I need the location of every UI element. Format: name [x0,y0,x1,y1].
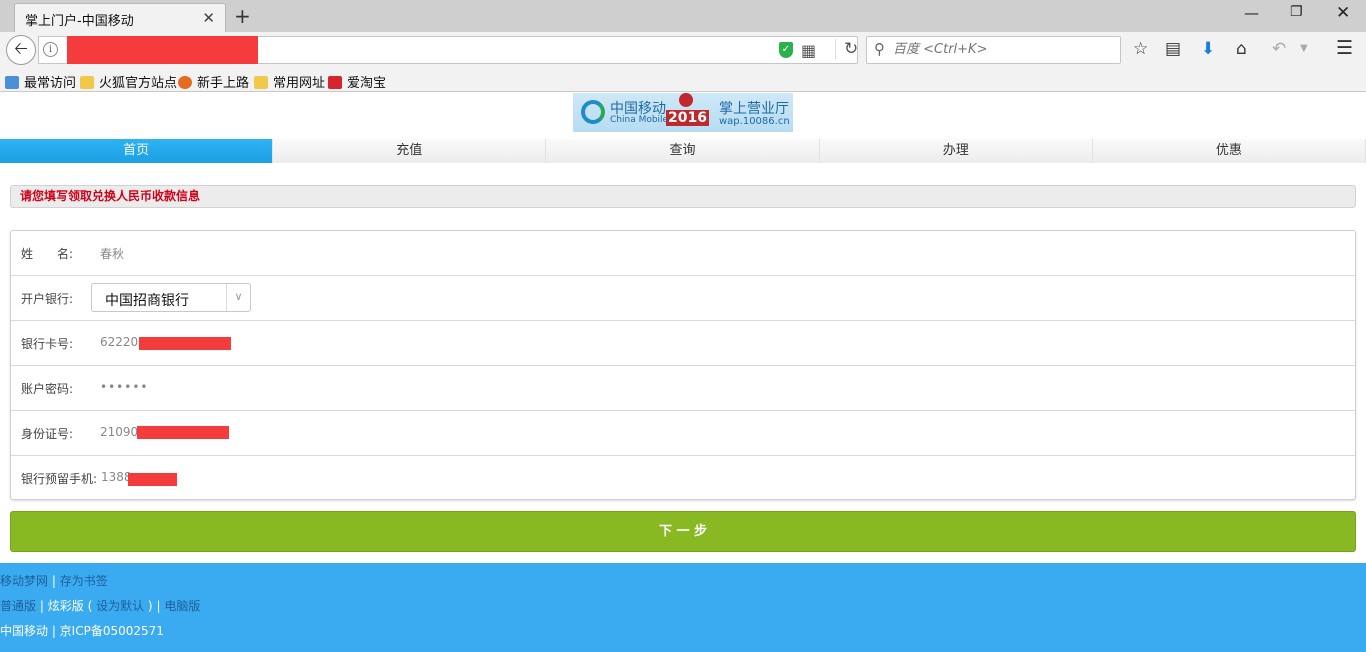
download-icon[interactable]: ⬇ [1201,39,1215,59]
footer-copyright: 中国移动 | 京ICP备05002571 [0,624,164,638]
new-tab-icon[interactable]: + [234,4,251,28]
footer-paren-close: ) [147,599,153,613]
notice-banner: 请您填写领取兑换人民币收款信息 [10,185,1356,208]
form-row-name: 姓 名: 春秋 [11,231,1355,276]
next-step-button[interactable]: 下 一 步 [10,511,1356,552]
bank-select-value: 中国招商银行 [105,293,189,309]
footer-separator: | [39,599,44,613]
page-content: 中国移动 China Mobile 2016 掌上营业厅 wap.10086.c… [0,93,1366,652]
footer-link-pc[interactable]: 电脑版 [164,599,200,613]
form-row-card: 银行卡号: 622202 [11,321,1355,366]
menu-icon[interactable]: ☰ [1336,37,1353,59]
qr-code-icon[interactable]: ▦ [801,41,816,60]
tab-recharge[interactable]: 充值 [273,139,547,163]
form-row-password: 账户密码: •••••• [11,366,1355,411]
footer-link-standard[interactable]: 普通版 [0,599,36,613]
search-input[interactable] [893,42,1113,57]
shield-icon[interactable]: ✓ [779,42,793,58]
home-icon[interactable]: ⌂ [1236,39,1247,59]
santa-icon [679,93,693,107]
folder-icon [80,76,94,89]
name-label: 姓 名: [21,247,74,261]
footer-separator: | [156,599,161,613]
close-window-icon[interactable]: ✕ [1336,3,1350,23]
url-redacted [67,36,258,64]
footer-paren-open: ( [87,599,93,613]
reading-list-icon[interactable]: ▤ [1165,39,1181,59]
search-icon: ⚲ [874,40,885,58]
bookmark-star-icon[interactable]: ☆ [1133,39,1148,59]
name-field[interactable]: 春秋 [100,245,400,262]
footer-link-color[interactable]: 炫彩版 [48,599,84,613]
bookmark-common-sites[interactable]: 常用网址 [254,72,325,91]
payment-info-form: 姓 名: 春秋 开户银行: 中国招商银行 ∨ 银行卡号: 622202 账户密码… [10,230,1356,500]
minimize-icon[interactable]: — [1244,4,1259,22]
bookmarks-bar: 最常访问 火狐官方站点 新手上路 常用网址 爱淘宝 [0,68,1366,92]
tab-close-icon[interactable]: ✕ [202,9,215,27]
logo-brand-en: China Mobile [610,115,669,125]
browser-tab[interactable]: 掌上门户-中国移动 ✕ [14,3,226,32]
restore-icon[interactable]: ❐ [1290,4,1303,20]
info-icon[interactable]: i [43,42,58,57]
logo-url: wap.10086.cn [719,116,790,127]
tab-title: 掌上门户-中国移动 [25,14,134,29]
back-icon[interactable]: 🡠 [6,35,36,65]
bookmark-firefox-official[interactable]: 火狐官方站点 [80,72,177,91]
china-mobile-swirl-icon [581,100,605,124]
form-row-bank: 开户银行: 中国招商银行 ∨ [11,276,1355,321]
phone-label: 银行预留手机: [21,472,98,486]
chevron-down-icon[interactable]: ▼ [1300,43,1308,54]
tab-offers[interactable]: 优惠 [1092,139,1366,163]
china-mobile-logo[interactable]: 中国移动 China Mobile 2016 掌上营业厅 wap.10086.c… [573,93,793,132]
card-number-redacted [139,337,231,350]
undo-icon[interactable]: ↶ [1272,39,1286,59]
id-number-redacted [137,426,229,439]
tab-query[interactable]: 查询 [546,139,820,163]
password-field[interactable]: •••••• [100,380,400,394]
tab-handle[interactable]: 办理 [819,139,1093,163]
footer: 移动梦网 | 存为书签 普通版 | 炫彩版 ( 设为默认 ) | 电脑版 中国移… [0,563,1366,652]
password-label: 账户密码: [21,382,74,396]
footer-link-bookmark[interactable]: 存为书签 [60,574,108,588]
bank-select[interactable]: 中国招商银行 ∨ [91,283,251,312]
chevron-down-icon[interactable]: ∨ [226,284,250,311]
reload-icon[interactable]: ↻ [835,39,858,59]
logo-year: 2016 [666,110,709,126]
form-row-id: 身份证号: 21090 [11,411,1355,456]
footer-link-monternet[interactable]: 移动梦网 [0,574,48,588]
url-bar[interactable]: i ✓ ▦ ↻ [38,36,858,64]
main-nav: 首页 充值 查询 办理 优惠 [0,139,1366,163]
footer-separator: | [51,574,56,588]
browser-tab-bar: 掌上门户-中国移动 ✕ + — ❐ ✕ [0,0,1366,32]
card-label: 银行卡号: [21,337,74,351]
most-visited-icon [5,76,19,89]
bookmark-most-visited[interactable]: 最常访问 [5,72,76,91]
footer-line-1: 移动梦网 | 存为书签 [0,572,108,589]
footer-line-2: 普通版 | 炫彩版 ( 设为默认 ) | 电脑版 [0,597,200,614]
logo-tagline: 掌上营业厅 [719,101,789,117]
phone-redacted [128,473,177,486]
id-label: 身份证号: [21,427,74,441]
tab-home[interactable]: 首页 [0,139,274,163]
footer-link-set-default[interactable]: 设为默认 [96,599,144,613]
browser-toolbar: 🡠 i ✓ ▦ ↻ ⚲ ☆ ▤ ⬇ ⌂ ↶ ▼ ☰ [0,32,1366,68]
form-row-phone: 银行预留手机: 1388 [11,456,1355,501]
folder-icon [254,76,268,89]
bookmark-getting-started[interactable]: 新手上路 [178,72,249,91]
search-bar[interactable]: ⚲ [866,36,1121,64]
bank-label: 开户银行: [21,292,74,306]
taobao-icon [328,76,342,89]
bookmark-aitaobao[interactable]: 爱淘宝 [328,72,386,91]
firefox-icon [178,76,192,89]
